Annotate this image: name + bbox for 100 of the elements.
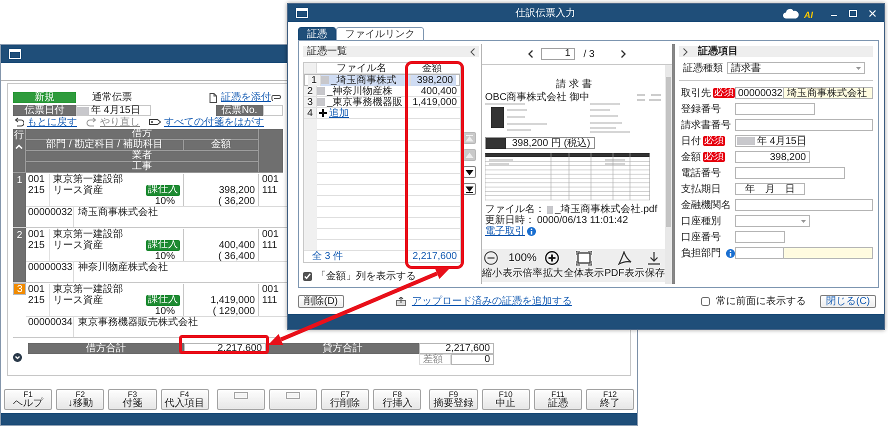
function-key[interactable]: F9 摘要登録 xyxy=(429,389,478,410)
table-row[interactable]: 3 _東京事務機器販 1,419,000 xyxy=(304,97,460,108)
move-button[interactable] xyxy=(463,166,476,178)
pdf-icon xyxy=(616,251,632,266)
expand-icon[interactable] xyxy=(13,353,22,362)
row-number: 3 xyxy=(304,97,317,107)
select-field[interactable] xyxy=(735,215,810,227)
e-transaction-link[interactable]: 電子取引 xyxy=(485,226,525,237)
type-select[interactable]: 請求書 xyxy=(727,62,865,74)
delete-button[interactable]: 削除(D) xyxy=(298,294,344,308)
function-key[interactable]: F8 行挿入 xyxy=(373,389,422,410)
voucher-no-label: 伝票No. xyxy=(216,105,263,116)
amount: 400,400 xyxy=(420,86,458,96)
move-button[interactable] xyxy=(463,183,476,195)
pdf-view-button[interactable]: PDF表示 xyxy=(604,251,644,282)
credit-dept-code: 001 xyxy=(262,174,280,185)
function-key[interactable]: F3 付箋 xyxy=(108,389,157,410)
updated-time: 0000/06/13 11:01:42 xyxy=(537,215,628,226)
zoom-out-button[interactable]: 縮小 xyxy=(482,251,502,282)
checkbox[interactable] xyxy=(701,296,710,306)
date-field[interactable]: 年 4月15日 xyxy=(76,105,151,116)
input-field[interactable] xyxy=(735,231,785,243)
scroll-bar[interactable] xyxy=(665,65,672,284)
zoom-in-icon xyxy=(545,251,562,266)
maximize-icon[interactable] xyxy=(849,10,857,16)
expand-icon[interactable] xyxy=(683,48,688,56)
save-button[interactable]: 保存 xyxy=(644,251,665,282)
window-icon xyxy=(296,8,308,18)
cloud-icon xyxy=(783,8,799,18)
toolbar-link[interactable]: すべての付箋をはがす xyxy=(164,116,264,128)
label-block-drawing xyxy=(486,138,506,148)
table-row[interactable]: 1 _埼玉商事株式 398,200 xyxy=(304,74,460,86)
row-header: 行 xyxy=(14,131,24,141)
amount: 1,419,000 xyxy=(412,97,458,107)
function-key[interactable]: F12 終了 xyxy=(586,389,634,410)
total-label: 貸方合計 xyxy=(266,343,419,354)
function-key[interactable] xyxy=(268,389,318,410)
account-code: 215 xyxy=(28,185,46,196)
file-name: _東京事務機器販 xyxy=(327,96,403,108)
function-key[interactable]: F1 ヘルプ xyxy=(4,389,52,410)
previous-page-icon[interactable] xyxy=(528,50,534,58)
total-value: 2,217,600 xyxy=(184,343,266,354)
date-field[interactable]: 年 4月15日 xyxy=(735,135,805,147)
date-field[interactable]: 年 月 日 xyxy=(735,183,805,195)
fit-page-button[interactable]: 全体表示 xyxy=(564,251,604,282)
field-label: 証憑種類 xyxy=(683,62,723,74)
code-field[interactable] xyxy=(735,247,784,259)
tax-amount: ( 36,200 xyxy=(217,196,255,207)
tag-icon xyxy=(149,117,161,127)
move-bottom-icon xyxy=(465,184,474,194)
field-label: 金融機関名 xyxy=(681,200,731,210)
tax-rate: 10% xyxy=(154,251,176,262)
header-cell: 業者 xyxy=(26,151,259,162)
toolbar-link[interactable]: もとに戻す xyxy=(27,116,77,128)
pane-title: 証憑一覧 xyxy=(307,46,347,57)
vendor-code: 00000032 xyxy=(26,207,74,227)
input-field[interactable] xyxy=(735,167,845,179)
function-key[interactable]: F2 ↓移動 xyxy=(56,389,104,410)
function-key[interactable] xyxy=(216,389,265,410)
document-icon xyxy=(209,92,217,102)
upload-link[interactable]: アップロード済みの証憑を追加する xyxy=(412,296,572,306)
zoom-in-button[interactable]: 拡大 xyxy=(543,251,564,282)
dept-name: 東京第一建設部 xyxy=(53,174,124,185)
zoom-level-button[interactable]: 100% 表示倍率 xyxy=(502,251,543,282)
amount: 1,419,000 xyxy=(210,295,255,306)
row-number: 1 xyxy=(308,74,321,86)
function-key[interactable]: F10 中止 xyxy=(482,389,530,410)
close-button[interactable]: 閉じる(C) xyxy=(820,294,876,308)
tax-rate: 10% xyxy=(154,306,175,317)
next-page-icon[interactable] xyxy=(620,50,626,58)
function-key[interactable]: F4 代入項目 xyxy=(160,389,209,410)
function-key[interactable]: F7 行削除 xyxy=(321,389,370,410)
caret-icon xyxy=(801,220,806,222)
name-field[interactable]: 埼玉商事株式会社 xyxy=(784,87,873,99)
voucher-no-field[interactable] xyxy=(263,105,283,116)
collapse-icon[interactable] xyxy=(470,48,475,56)
name-field[interactable] xyxy=(784,247,873,259)
checkbox[interactable] xyxy=(303,272,312,281)
account-name: リース資産 xyxy=(53,185,103,196)
field-label: 口座種別 xyxy=(681,216,721,226)
input-field[interactable] xyxy=(735,119,873,131)
add-link[interactable]: 追加 xyxy=(329,108,349,118)
input-field[interactable] xyxy=(735,199,873,211)
amount-field[interactable]: 398,200 xyxy=(735,151,810,163)
close-icon[interactable] xyxy=(869,10,876,16)
function-key[interactable]: F11 証憑 xyxy=(534,389,582,410)
input-field[interactable] xyxy=(735,103,815,115)
caret-icon xyxy=(856,66,861,70)
updated-label: 更新日時： xyxy=(485,215,535,226)
row-number: 2 xyxy=(13,228,26,282)
file-name: _埼玉商事株式会社.pdf xyxy=(555,204,658,215)
table-row[interactable]: 2 _神奈川物産株 400,400 xyxy=(304,86,460,97)
attach-link[interactable]: 証憑を添付 xyxy=(221,92,271,103)
code-field[interactable]: 00000032 xyxy=(735,87,784,99)
dept-code: 001 xyxy=(28,284,46,295)
page-field[interactable]: 1 xyxy=(541,48,576,60)
tab[interactable]: 証憑 xyxy=(298,27,336,40)
tab[interactable]: ファイルリンク xyxy=(336,27,424,40)
column-header: ファイル名 xyxy=(317,63,407,73)
fit-page-icon xyxy=(576,251,592,266)
